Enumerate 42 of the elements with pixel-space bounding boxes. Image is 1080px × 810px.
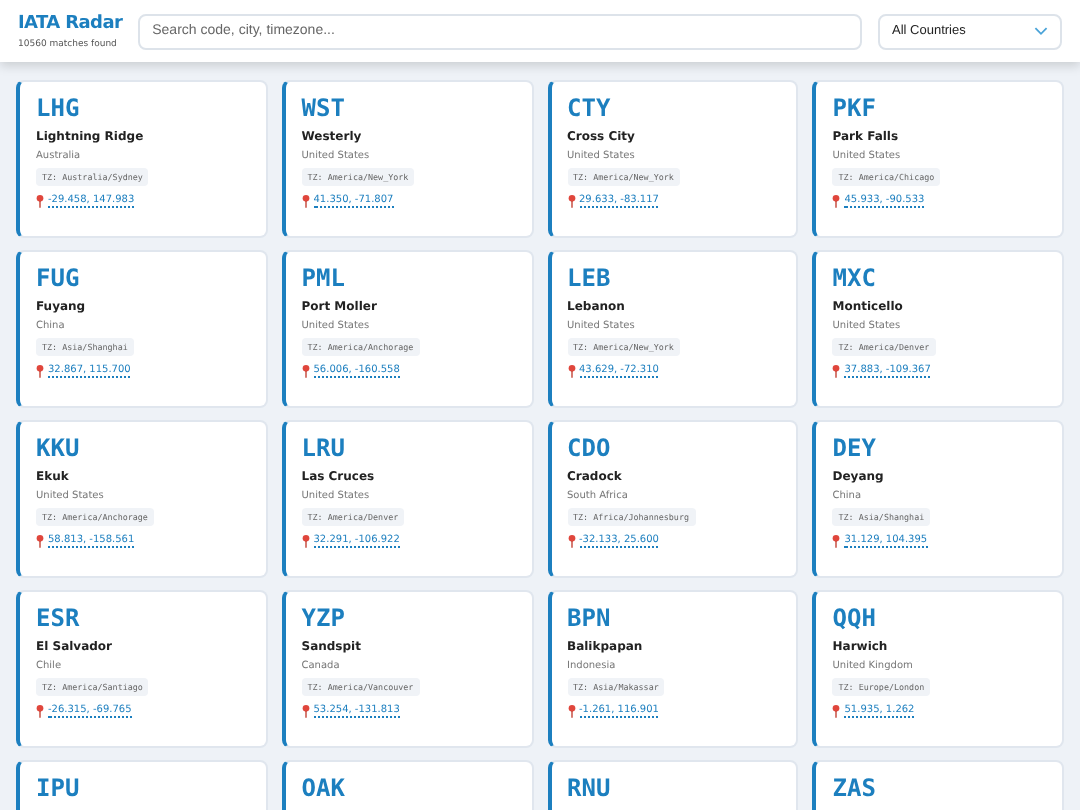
pin-icon: [301, 534, 310, 548]
airport-code: YZP: [301, 604, 345, 632]
airport-code: FUG: [36, 264, 80, 292]
airport-code: PKF: [832, 94, 876, 122]
pin-icon: [301, 364, 310, 378]
pin-icon: [36, 364, 44, 378]
airport-card[interactable]: OAK: [281, 760, 533, 810]
airport-card[interactable]: RNU: [547, 760, 799, 810]
pin-icon: [832, 194, 841, 208]
airport-card[interactable]: IPU: [16, 760, 268, 810]
pin-icon: [832, 364, 841, 378]
pin-icon: [301, 194, 310, 208]
pin-icon: [36, 534, 44, 548]
airport-card[interactable]: ZAS: [812, 760, 1064, 810]
airport-code: PML: [301, 264, 345, 292]
pin-icon: [567, 364, 575, 378]
airport-code: ESR: [36, 604, 80, 632]
airport-code: MXC: [832, 264, 876, 292]
airport-code: BPN: [567, 604, 611, 632]
pin-icon: [36, 704, 44, 718]
chevron-icon: [1034, 26, 1048, 36]
airport-code: KKU: [36, 434, 80, 462]
airport-code: WST: [301, 94, 345, 122]
pin-icon: [832, 534, 841, 548]
app-title: IATA Radar: [18, 12, 123, 36]
pin-icon: [567, 194, 575, 208]
pin-icon: [36, 194, 44, 208]
airport-code: LHG: [36, 94, 80, 122]
airport-code: LRU: [301, 434, 345, 462]
airport-code: DEY: [832, 434, 876, 462]
pin-icon: [567, 534, 575, 548]
airport-code: CTY: [567, 94, 611, 122]
airport-code: QQH: [832, 604, 876, 632]
airport-code: OAK: [301, 774, 345, 802]
airport-code: ZAS: [832, 774, 876, 802]
airport-code: LEB: [567, 264, 611, 292]
airport-code: IPU: [36, 774, 80, 802]
airport-code: RNU: [567, 774, 611, 802]
pin-icon: [301, 704, 310, 718]
pin-icon: [567, 704, 575, 718]
pin-icon: [832, 704, 841, 718]
airport-code: CDO: [567, 434, 611, 462]
